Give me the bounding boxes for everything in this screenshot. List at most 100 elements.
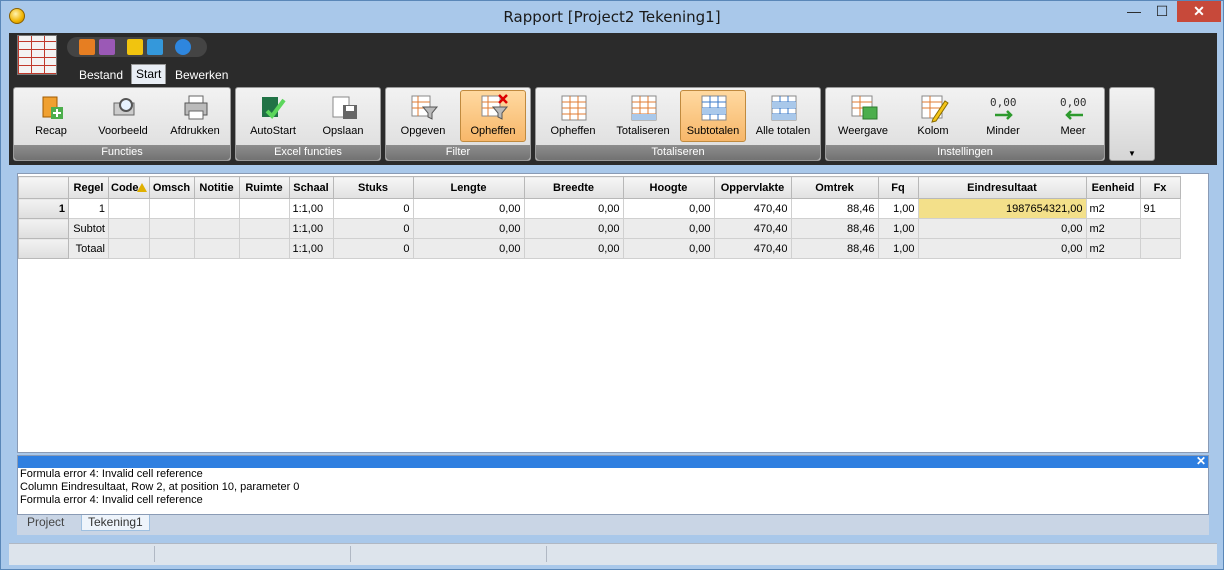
cell-hoogte[interactable]: 0,00 bbox=[622, 198, 715, 219]
title-bar[interactable]: Rapport [Project2 Tekening1] — ☐ ✕ bbox=[1, 1, 1223, 31]
cell-notitie[interactable] bbox=[193, 238, 240, 259]
filter-opgeven-button[interactable]: Opgeven bbox=[390, 90, 456, 142]
col-header-oppervlakte[interactable]: Oppervlakte bbox=[713, 176, 792, 199]
tab-bewerken[interactable]: Bewerken bbox=[171, 66, 232, 84]
col-header-fq[interactable]: Fq bbox=[877, 176, 919, 199]
cell-code[interactable] bbox=[108, 218, 150, 239]
cell-lengte[interactable]: 0,00 bbox=[412, 198, 525, 219]
cell-oppervlakte[interactable]: 470,40 bbox=[713, 198, 792, 219]
weergave-button[interactable]: Weergave bbox=[830, 90, 896, 142]
report-grid[interactable]: Regel Code Omsch Notitie Ruimte Schaal S… bbox=[17, 173, 1209, 453]
cell-fq[interactable]: 1,00 bbox=[877, 198, 919, 219]
col-header-omsch[interactable]: Omsch bbox=[148, 176, 195, 199]
cell-omtrek[interactable]: 88,46 bbox=[790, 198, 879, 219]
col-header-schaal[interactable]: Schaal bbox=[288, 176, 334, 199]
cell-lengte[interactable]: 0,00 bbox=[412, 218, 525, 239]
cell-oppervlakte[interactable]: 470,40 bbox=[713, 238, 792, 259]
opslaan-button[interactable]: Opslaan bbox=[310, 90, 376, 142]
meer-button[interactable]: 0,00 Meer bbox=[1040, 90, 1106, 142]
cell-hoogte[interactable]: 0,00 bbox=[622, 218, 715, 239]
cell-breedte[interactable]: 0,00 bbox=[523, 198, 624, 219]
cell-ruimte[interactable] bbox=[238, 198, 290, 219]
row-header[interactable] bbox=[18, 238, 69, 259]
cell-regel[interactable]: Totaal bbox=[68, 238, 109, 259]
tab-bestand[interactable]: Bestand bbox=[75, 66, 127, 84]
cell-oppervlakte[interactable]: 470,40 bbox=[713, 218, 792, 239]
cell-stuks[interactable]: 0 bbox=[332, 238, 414, 259]
col-header-fx[interactable]: Fx bbox=[1139, 176, 1181, 199]
cell-notitie[interactable] bbox=[193, 198, 240, 219]
cell-eindresultaat-selected[interactable]: 1987654321,00 bbox=[917, 198, 1087, 219]
cell-eenheid[interactable]: m2 bbox=[1085, 218, 1141, 239]
voorbeeld-button[interactable]: Voorbeeld bbox=[90, 90, 156, 142]
cell-fx[interactable] bbox=[1139, 238, 1181, 259]
cell-fq[interactable]: 1,00 bbox=[877, 218, 919, 239]
totaliseren-button[interactable]: Totaliseren bbox=[610, 90, 676, 142]
table-icon[interactable] bbox=[99, 39, 115, 55]
export-icon[interactable] bbox=[79, 39, 95, 55]
cell-regel[interactable]: 1 bbox=[68, 198, 109, 219]
cell-omsch[interactable] bbox=[148, 218, 195, 239]
cell-schaal[interactable]: 1:1,00 bbox=[288, 218, 334, 239]
row-header[interactable] bbox=[18, 218, 69, 239]
home-icon[interactable] bbox=[147, 39, 163, 55]
cell-fx[interactable]: 91 bbox=[1139, 198, 1181, 219]
minimize-button[interactable]: — bbox=[1121, 1, 1147, 22]
cell-hoogte[interactable]: 0,00 bbox=[622, 238, 715, 259]
col-header-code[interactable]: Code bbox=[108, 176, 150, 199]
col-header-eenheid[interactable]: Eenheid bbox=[1085, 176, 1141, 199]
col-header-eindresultaat[interactable]: Eindresultaat bbox=[917, 176, 1087, 199]
subtotalen-button[interactable]: Subtotalen bbox=[680, 90, 746, 142]
cell-omtrek[interactable]: 88,46 bbox=[790, 218, 879, 239]
cell-schaal[interactable]: 1:1,00 bbox=[288, 238, 334, 259]
cell-eenheid[interactable]: m2 bbox=[1085, 238, 1141, 259]
col-header-regel[interactable]: Regel bbox=[68, 176, 109, 199]
cell-regel[interactable]: Subtot bbox=[68, 218, 109, 239]
col-header-hoogte[interactable]: Hoogte bbox=[622, 176, 715, 199]
cell-ruimte[interactable] bbox=[238, 238, 290, 259]
close-button[interactable]: ✕ bbox=[1177, 1, 1221, 22]
cell-breedte[interactable]: 0,00 bbox=[523, 238, 624, 259]
col-header-lengte[interactable]: Lengte bbox=[412, 176, 525, 199]
close-messages-icon[interactable]: ✕ bbox=[1196, 454, 1206, 468]
sheet-tab-tekening1[interactable]: Tekening1 bbox=[81, 515, 150, 531]
sheet-tab-project[interactable]: Project bbox=[21, 515, 70, 531]
filter-opheffen-button[interactable]: Opheffen bbox=[460, 90, 526, 142]
cell-omsch[interactable] bbox=[148, 198, 195, 219]
col-header-omtrek[interactable]: Omtrek bbox=[790, 176, 879, 199]
cell-code[interactable] bbox=[108, 238, 150, 259]
cell-lengte[interactable]: 0,00 bbox=[412, 238, 525, 259]
totalen-opheffen-button[interactable]: Opheffen bbox=[540, 90, 606, 142]
col-header-ruimte[interactable]: Ruimte bbox=[238, 176, 290, 199]
kolom-button[interactable]: Kolom bbox=[900, 90, 966, 142]
cell-omtrek[interactable]: 88,46 bbox=[790, 238, 879, 259]
cell-eindresultaat[interactable]: 0,00 bbox=[917, 238, 1087, 259]
cell-code[interactable] bbox=[108, 198, 150, 219]
col-header-stuks[interactable]: Stuks bbox=[332, 176, 414, 199]
cell-omsch[interactable] bbox=[148, 238, 195, 259]
cell-notitie[interactable] bbox=[193, 218, 240, 239]
cell-schaal[interactable]: 1:1,00 bbox=[288, 198, 334, 219]
col-header-breedte[interactable]: Breedte bbox=[523, 176, 624, 199]
cell-fx[interactable] bbox=[1139, 218, 1181, 239]
afdrukken-button[interactable]: Afdrukken bbox=[162, 90, 228, 142]
alle-totalen-button[interactable]: Alle totalen bbox=[750, 90, 816, 142]
maximize-button[interactable]: ☐ bbox=[1149, 1, 1175, 22]
cell-eindresultaat[interactable]: 0,00 bbox=[917, 218, 1087, 239]
corner-cell[interactable] bbox=[18, 176, 69, 199]
recap-button[interactable]: Recap bbox=[18, 90, 84, 142]
application-menu-button[interactable] bbox=[17, 35, 61, 77]
tab-start[interactable]: Start bbox=[131, 64, 167, 84]
cell-eenheid[interactable]: m2 bbox=[1085, 198, 1141, 219]
minder-button[interactable]: 0,00 Minder bbox=[970, 90, 1036, 142]
row-header[interactable]: 1 bbox=[18, 198, 69, 219]
cell-stuks[interactable]: 0 bbox=[332, 198, 414, 219]
autostart-button[interactable]: AutoStart bbox=[240, 90, 306, 142]
cell-ruimte[interactable] bbox=[238, 218, 290, 239]
col-header-notitie[interactable]: Notitie bbox=[193, 176, 240, 199]
help-icon[interactable] bbox=[175, 39, 191, 55]
cell-stuks[interactable]: 0 bbox=[332, 218, 414, 239]
cell-fq[interactable]: 1,00 bbox=[877, 238, 919, 259]
mail-icon[interactable] bbox=[127, 39, 143, 55]
ribbon-expand-button[interactable]: ▼ bbox=[1109, 87, 1155, 161]
